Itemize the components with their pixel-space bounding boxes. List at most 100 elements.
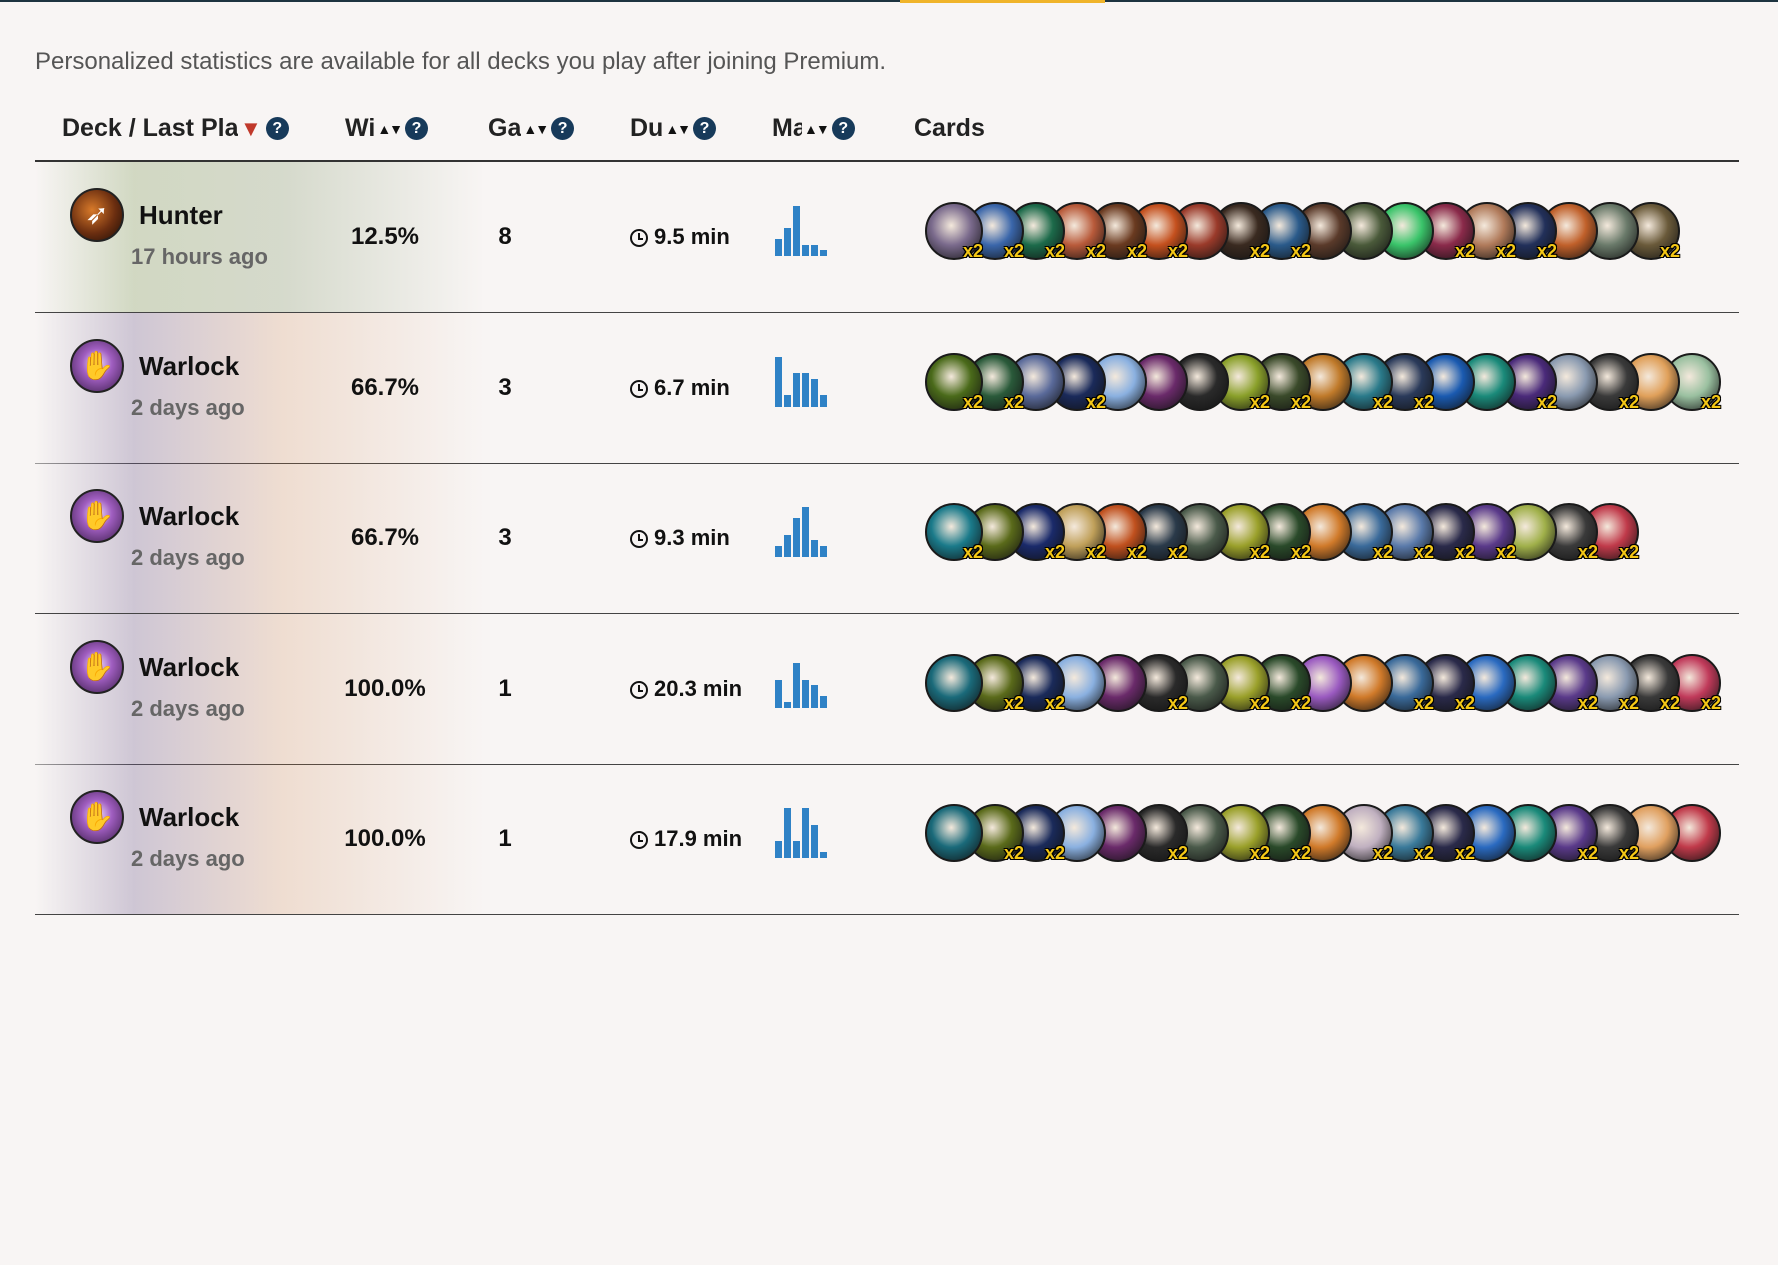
sort-icon[interactable]: ▲▼ xyxy=(377,122,403,136)
clock-icon xyxy=(630,379,648,398)
card-count-badge: x2 xyxy=(1003,843,1024,863)
card-count-badge: x2 xyxy=(1618,692,1639,713)
duration-value: 17.9 min xyxy=(630,764,742,914)
card-count-badge: x2 xyxy=(1454,542,1475,562)
card-count-badge: x2 xyxy=(1659,692,1680,713)
card-count-badge: x2 xyxy=(1044,692,1065,713)
card-count-badge: x2 xyxy=(1413,692,1434,713)
sort-icon[interactable]: ▲▼ xyxy=(804,122,830,136)
card-count-badge: x2 xyxy=(1249,692,1270,713)
active-tab-indicator xyxy=(900,0,1105,3)
sort-icon[interactable]: ▲▼ xyxy=(665,122,691,136)
mana-bar xyxy=(775,239,782,256)
card-list: x2 x2 x2 x2 x2 x2 x2 x2 x2 x2 xyxy=(925,352,1721,413)
games-value: 1 xyxy=(498,674,512,702)
mana-bar xyxy=(784,395,791,407)
clock-icon xyxy=(630,831,648,849)
deck-class-name[interactable]: Warlock xyxy=(139,802,239,833)
column-header-mana[interactable]: Ma ▲▼ ? xyxy=(772,114,855,143)
card-count-badge: x2 xyxy=(1290,542,1311,562)
duration-value: 9.5 min xyxy=(630,162,730,312)
deck-class-name[interactable]: Warlock xyxy=(139,351,239,382)
card-count-badge: x2 xyxy=(1413,843,1434,863)
mana-bar xyxy=(802,808,809,858)
card-icon[interactable]: x2 xyxy=(925,352,983,412)
card-count-badge: x2 xyxy=(1003,391,1024,412)
hunter-bow-icon: ➶ xyxy=(70,188,124,242)
mana-bar xyxy=(802,679,809,708)
help-icon[interactable]: ? xyxy=(693,117,717,140)
games-value: 8 xyxy=(498,223,512,250)
warlock-hand-icon: ✋ xyxy=(70,639,124,694)
deck-row[interactable]: ➶ Hunter 17 hours ago 12.5% 8 9.5 min x2… xyxy=(35,162,1739,313)
mana-bar xyxy=(793,206,800,256)
column-header-duration[interactable]: Du ▲▼ ? xyxy=(630,114,717,143)
deck-row[interactable]: ✋ Warlock 2 days ago 100.0% 1 17.9 min x… xyxy=(35,764,1739,915)
column-header-games[interactable]: Ga ▲▼ ? xyxy=(488,114,575,143)
card-list: x2 x2 x2 x2 x2 x2 x2 x2 x2 x2 xyxy=(925,804,1721,864)
card-count-badge: x2 xyxy=(1454,843,1475,863)
card-count-badge: x2 xyxy=(962,241,983,261)
card-icon[interactable] xyxy=(925,804,983,862)
winrate-value: 66.7% xyxy=(350,373,420,401)
card-count-badge: x2 xyxy=(1044,542,1065,562)
column-header-deck[interactable]: Deck / Last Pla ▼ ? xyxy=(62,114,289,143)
mana-bar xyxy=(775,545,782,557)
card-count-badge: x2 xyxy=(1290,843,1311,863)
card-count-badge: x2 xyxy=(1659,241,1680,261)
help-icon[interactable]: ? xyxy=(831,117,855,140)
last-played: 2 days ago xyxy=(131,545,245,570)
card-count-badge: x2 xyxy=(1290,241,1311,261)
help-icon[interactable]: ? xyxy=(405,117,429,140)
card-list: x2 x2 x2 x2 x2 x2 x2 x2 x2 x2 x2 x2 xyxy=(925,202,1680,262)
card-count-badge: x2 xyxy=(1085,391,1106,412)
top-nav-bar xyxy=(0,0,1778,3)
deck-row[interactable]: ✋ Warlock 2 days ago 66.7% 3 6.7 min x2 x… xyxy=(35,312,1739,464)
last-played: 2 days ago xyxy=(131,846,245,871)
card-count-badge: x2 xyxy=(1536,391,1557,412)
deck-class-name[interactable]: Warlock xyxy=(139,501,239,532)
warlock-hand-icon: ✋ xyxy=(70,790,124,844)
last-played: 2 days ago xyxy=(131,394,245,420)
deck-row[interactable]: ✋ Warlock 2 days ago 100.0% 1 20.3 min x… xyxy=(35,613,1739,765)
help-icon[interactable]: ? xyxy=(551,117,575,140)
sort-desc-icon[interactable]: ▼ xyxy=(240,116,262,142)
card-list: x2 x2 x2 x2 x2 x2 x2 x2 x2 x2 x2 x2 x2 xyxy=(925,503,1639,563)
card-count-badge: x2 xyxy=(1618,542,1639,562)
card-count-badge: x2 xyxy=(1249,241,1270,261)
mana-bar xyxy=(793,518,800,557)
card-count-badge: x2 xyxy=(1372,391,1393,412)
column-header-cards: Cards xyxy=(914,114,985,142)
card-count-badge: x2 xyxy=(1372,542,1393,562)
mana-bar xyxy=(820,696,827,708)
card-count-badge: x2 xyxy=(1413,391,1434,412)
deck-class-name[interactable]: Hunter xyxy=(139,200,223,231)
sort-icon[interactable]: ▲▼ xyxy=(523,122,549,136)
deck-row[interactable]: ✋ Warlock 2 days ago 66.7% 3 9.3 min x2 x… xyxy=(35,463,1739,614)
mana-curve-chart xyxy=(775,804,859,858)
mana-bar xyxy=(820,395,827,407)
mana-bar xyxy=(820,852,827,858)
help-icon[interactable]: ? xyxy=(265,117,289,140)
card-icon[interactable]: x2 xyxy=(925,202,983,261)
clock-icon xyxy=(630,229,648,247)
card-icon[interactable] xyxy=(925,653,983,712)
mana-bar xyxy=(793,373,800,407)
clock-icon xyxy=(630,680,648,699)
mana-bar xyxy=(793,663,800,708)
card-count-badge: x2 xyxy=(1167,843,1188,863)
card-count-badge: x2 xyxy=(1249,391,1270,412)
column-header-winrate[interactable]: Wi ▲▼ ? xyxy=(345,114,429,143)
card-count-badge: x2 xyxy=(1577,843,1598,863)
card-count-badge: x2 xyxy=(1085,241,1106,261)
card-count-badge: x2 xyxy=(1577,542,1598,562)
mana-bar xyxy=(775,356,782,407)
card-count-badge: x2 xyxy=(1413,542,1434,562)
card-icon[interactable]: x2 xyxy=(925,503,983,562)
deck-class-name[interactable]: Warlock xyxy=(139,652,239,683)
card-count-badge: x2 xyxy=(1495,241,1516,261)
mana-bar xyxy=(784,701,791,708)
card-count-badge: x2 xyxy=(1454,692,1475,713)
winrate-value: 66.7% xyxy=(350,524,420,551)
mana-curve-chart xyxy=(775,202,859,256)
